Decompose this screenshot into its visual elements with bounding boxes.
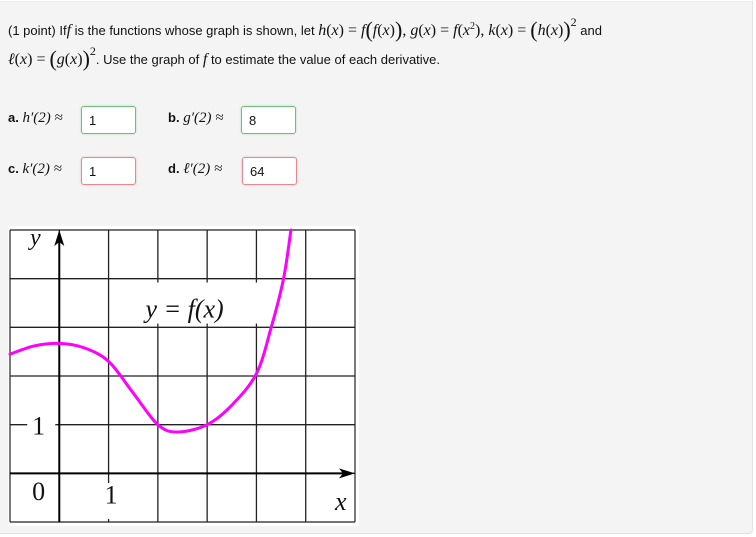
origin-label: 0 [32, 477, 45, 506]
function-graph: y x 0 1 1 y = f(x) [8, 226, 359, 526]
x-axis-label: x [334, 487, 347, 516]
y-axis-label: y [28, 226, 41, 251]
answer-input-d[interactable]: 64 [242, 157, 297, 185]
answer-input-c[interactable]: 1 [81, 157, 136, 185]
problem-statement-line-1: (1 point) Iff is the functions whose gra… [8, 15, 602, 42]
l-definition: ℓ [8, 51, 15, 68]
question-a: a. h′(2) ≈ [8, 110, 63, 126]
problem-statement-line-2: ℓ(x) = (g(x))2. Use the graph of f to es… [8, 44, 441, 71]
question-b: b. g′(2) ≈ [168, 110, 224, 126]
h-definition: h [318, 22, 327, 39]
question-d: d. ℓ′(2) ≈ [168, 161, 223, 177]
question-c: c. k′(2) ≈ [8, 161, 62, 177]
curve-title-label: y = f(x) [143, 295, 224, 324]
x-tick-label-1: 1 [105, 481, 118, 510]
answer-input-b[interactable]: 8 [241, 106, 296, 134]
answer-input-a[interactable]: 1 [81, 106, 136, 134]
y-tick-label-1: 1 [32, 412, 45, 441]
points-label: (1 point) [8, 23, 56, 38]
